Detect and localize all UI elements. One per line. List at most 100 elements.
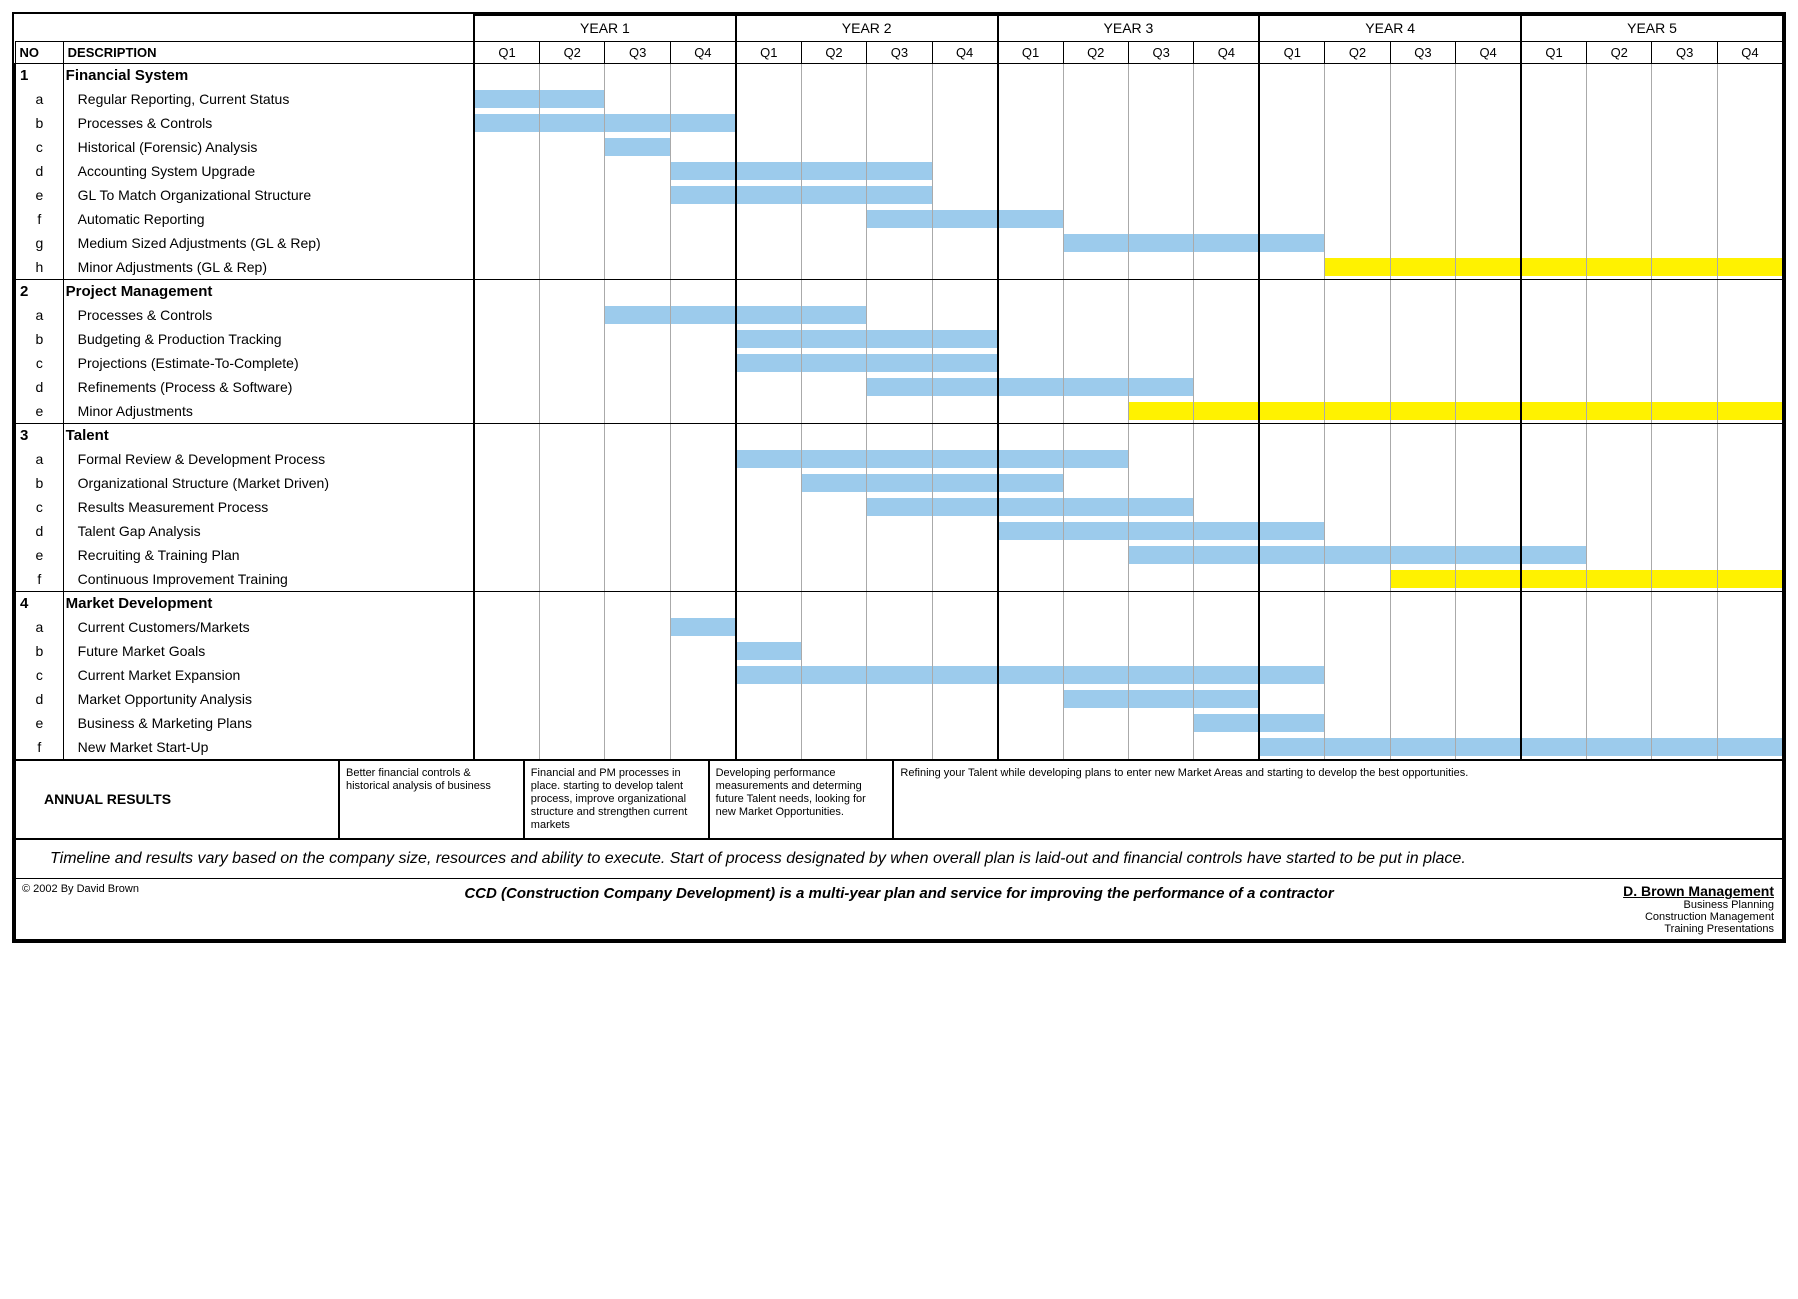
row-label: Continuous Improvement Training	[63, 567, 474, 591]
gantt-bar	[1587, 738, 1651, 756]
gantt-bar	[1587, 570, 1651, 588]
gantt-bar	[1522, 402, 1586, 420]
quarter-header: Q2	[540, 41, 605, 63]
gantt-bar	[867, 378, 931, 396]
gantt-bar	[475, 114, 539, 132]
row-id: a	[15, 447, 63, 471]
row-id: d	[15, 375, 63, 399]
gantt-bar	[802, 306, 866, 324]
row-label: Refinements (Process & Software)	[63, 375, 474, 399]
quarter-header: Q2	[1063, 41, 1128, 63]
gantt-bar	[1718, 570, 1782, 588]
annual-year2: Financial and PM processes in place. sta…	[524, 760, 709, 839]
gantt-bar	[933, 330, 997, 348]
gantt-bar	[1129, 234, 1193, 252]
row-id: e	[15, 543, 63, 567]
row-label: Business & Marketing Plans	[63, 711, 474, 735]
gantt-bar	[867, 498, 931, 516]
gantt-bar	[1194, 234, 1258, 252]
gantt-bar	[671, 162, 735, 180]
gantt-bar	[867, 330, 931, 348]
gantt-bar	[605, 138, 669, 156]
section-title: Project Management	[63, 279, 474, 303]
quarter-header: Q3	[1128, 41, 1193, 63]
gantt-bar	[540, 90, 604, 108]
row-label: GL To Match Organizational Structure	[63, 183, 474, 207]
gantt-bar	[802, 162, 866, 180]
gantt-bar	[540, 114, 604, 132]
gantt-bar	[1522, 258, 1586, 276]
gantt-bar	[1718, 402, 1782, 420]
header-quarters-row: NO DESCRIPTION Q1Q2Q3Q4Q1Q2Q3Q4Q1Q2Q3Q4Q…	[15, 41, 1783, 63]
gantt-bar	[605, 306, 669, 324]
gantt-bar	[605, 114, 669, 132]
copyright: © 2002 By David Brown	[16, 879, 216, 939]
gantt-bar	[933, 450, 997, 468]
row-id: a	[15, 303, 63, 327]
row-label: Talent Gap Analysis	[63, 519, 474, 543]
gantt-bar	[999, 474, 1063, 492]
col-desc-header: DESCRIPTION	[63, 41, 474, 63]
year-2-header: YEAR 2	[736, 15, 998, 41]
gantt-bar	[1522, 546, 1586, 564]
row-label: Processes & Controls	[63, 111, 474, 135]
gantt-bar	[671, 114, 735, 132]
annual-year4-5: Refining your Talent while developing pl…	[893, 760, 1783, 839]
gantt-bar	[802, 474, 866, 492]
quarter-header: Q3	[1390, 41, 1455, 63]
gantt-bar	[999, 210, 1063, 228]
gantt-bar	[1129, 402, 1193, 420]
gantt-bar	[1064, 522, 1128, 540]
section-title: Financial System	[63, 63, 474, 87]
gantt-bar	[1260, 714, 1324, 732]
gantt-bar	[1194, 714, 1258, 732]
row-id: b	[15, 111, 63, 135]
gantt-bar	[1391, 402, 1455, 420]
gantt-bar	[737, 354, 801, 372]
footer: © 2002 By David Brown CCD (Construction …	[14, 879, 1784, 941]
gantt-bar	[1391, 258, 1455, 276]
quarter-header: Q4	[1717, 41, 1783, 63]
gantt-bar	[1456, 258, 1520, 276]
gantt-bar	[1652, 738, 1716, 756]
row-id: b	[15, 471, 63, 495]
row-label: Processes & Controls	[63, 303, 474, 327]
gantt-bar	[737, 330, 801, 348]
year-3-header: YEAR 3	[998, 15, 1260, 41]
annual-year1: Better financial controls & historical a…	[339, 760, 524, 839]
header-years-row: YEAR 1 YEAR 2 YEAR 3 YEAR 4 YEAR 5	[15, 15, 1783, 41]
quarter-header: Q4	[932, 41, 997, 63]
quarter-header: Q4	[1456, 41, 1521, 63]
gantt-bar	[933, 474, 997, 492]
quarter-header: Q1	[1259, 41, 1324, 63]
brand-line-3: Training Presentations	[1664, 923, 1774, 935]
row-id: h	[15, 255, 63, 279]
quarter-header: Q2	[1325, 41, 1390, 63]
row-label: Market Opportunity Analysis	[63, 687, 474, 711]
gantt-bar	[999, 450, 1063, 468]
row-label: Projections (Estimate-To-Complete)	[63, 351, 474, 375]
gantt-bar	[1391, 546, 1455, 564]
quarter-header: Q1	[1521, 41, 1586, 63]
gantt-bar	[737, 162, 801, 180]
row-label: Minor Adjustments	[63, 399, 474, 423]
row-id: e	[15, 711, 63, 735]
gantt-bar	[1587, 402, 1651, 420]
gantt-bar	[867, 450, 931, 468]
section-no: 1	[15, 63, 63, 87]
row-id: b	[15, 639, 63, 663]
quarter-header: Q3	[867, 41, 932, 63]
quarter-header: Q3	[1652, 41, 1717, 63]
timeline-note: Timeline and results vary based on the c…	[14, 840, 1784, 879]
quarter-header: Q2	[801, 41, 866, 63]
row-label: Minor Adjustments (GL & Rep)	[63, 255, 474, 279]
gantt-bar	[737, 450, 801, 468]
row-id: d	[15, 519, 63, 543]
row-label: Results Measurement Process	[63, 495, 474, 519]
row-label: Budgeting & Production Tracking	[63, 327, 474, 351]
row-id: c	[15, 135, 63, 159]
row-label: New Market Start-Up	[63, 735, 474, 759]
row-id: g	[15, 231, 63, 255]
gantt-bar	[867, 354, 931, 372]
section-no: 4	[15, 591, 63, 615]
